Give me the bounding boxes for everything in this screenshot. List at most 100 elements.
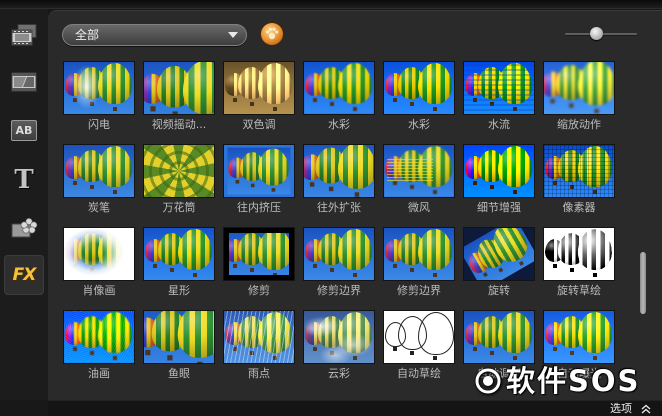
fx-thumbnail[interactable]: 微风 [384, 145, 454, 228]
fx-preview-image [544, 311, 614, 363]
fx-preview-image [64, 311, 134, 363]
fx-label: 视频摇动... [151, 118, 207, 131]
fx-preview-image [224, 311, 294, 363]
fx-preview-image [544, 62, 614, 114]
fx-thumbnail[interactable]: 水流 [464, 62, 534, 145]
fx-preview-image [64, 228, 134, 280]
fx-thumbnail[interactable]: 旋转 [464, 228, 534, 311]
library-sidebar: AB T FX [0, 9, 48, 400]
library-panel: 全部 闪电 视频摇动... 双色调 水彩 水彩 水流 缩放动作 炭笔 万花筒 往内挤压 往外扩张 微风… [48, 10, 662, 400]
effect-overlay [464, 62, 534, 114]
fx-label: 细节增强 [477, 201, 521, 214]
sidebar-item-text[interactable]: T [4, 160, 44, 200]
fx-thumbnail[interactable]: 修剪边界 [384, 228, 454, 311]
effect-overlay [544, 228, 614, 280]
fx-thumbnail[interactable]: 修剪边界 [304, 228, 374, 311]
chevron-double-up-icon [640, 404, 652, 414]
fx-label: 油画 [88, 367, 110, 380]
effect-overlay [464, 311, 534, 363]
fx-label: 微风 [408, 201, 430, 214]
fx-thumbnail[interactable]: 雨点 [224, 311, 294, 394]
browse-library-icon[interactable] [261, 23, 283, 45]
sidebar-item-fx[interactable]: FX [4, 255, 44, 295]
title-icon: AB [11, 119, 37, 141]
effect-overlay [224, 228, 294, 280]
effect-overlay [224, 311, 294, 363]
fx-thumbnail[interactable]: 双色调 [224, 62, 294, 145]
effect-overlay [64, 311, 134, 363]
watermark: 软件SOS [474, 362, 640, 400]
effect-overlay [464, 228, 534, 280]
effect-overlay [64, 145, 134, 197]
fx-preview-image [384, 228, 454, 280]
fx-thumbnail[interactable]: 自动草绘 [384, 311, 454, 394]
fx-thumbnail[interactable]: 像素器 [544, 145, 614, 228]
fx-thumbnail[interactable]: 细节增强 [464, 145, 534, 228]
fx-label: 像素器 [562, 201, 596, 214]
fx-thumbnail[interactable]: 往内挤压 [224, 145, 294, 228]
text-icon: T [14, 165, 34, 195]
effect-overlay [144, 62, 214, 114]
options-button[interactable]: 选项 [610, 401, 652, 416]
sidebar-item-title[interactable]: AB [4, 110, 44, 150]
effect-overlay [384, 228, 454, 280]
fx-preview-image [464, 145, 534, 197]
fx-label: 缩放动作 [557, 118, 601, 131]
fx-thumbnail[interactable]: 云彩 [304, 311, 374, 394]
chevron-down-icon [228, 32, 238, 38]
sidebar-item-transition[interactable] [4, 62, 44, 102]
category-dropdown[interactable]: 全部 [62, 24, 247, 46]
sidebar-item-graphic[interactable] [4, 208, 44, 248]
fx-preview-image [304, 228, 374, 280]
watermark-text: 软件SOS [506, 364, 641, 398]
fx-label: 修剪边界 [397, 284, 441, 297]
slider-knob[interactable] [590, 27, 604, 40]
effect-overlay [304, 228, 374, 280]
fx-label: 闪电 [88, 118, 110, 131]
fx-preview-image [384, 145, 454, 197]
fx-preview-image [224, 62, 294, 114]
effect-overlay [464, 145, 534, 197]
fx-preview-image [304, 62, 374, 114]
title-icon-label: AB [15, 123, 33, 137]
effect-overlay [64, 62, 134, 114]
fx-label: 修剪边界 [317, 284, 361, 297]
fx-thumbnail[interactable]: 水彩 [384, 62, 454, 145]
fx-thumbnail[interactable]: 水彩 [304, 62, 374, 145]
scrollbar-thumb[interactable] [640, 251, 646, 314]
fx-preview-image [64, 145, 134, 197]
fx-label: 水彩 [328, 118, 350, 131]
fx-thumbnail[interactable]: 星形 [144, 228, 214, 311]
fx-thumbnail[interactable]: 缩放动作 [544, 62, 614, 145]
fx-preview-image [464, 62, 534, 114]
fx-preview-image [544, 145, 614, 197]
fx-thumbnail[interactable]: 闪电 [64, 62, 134, 145]
fx-label: 云彩 [328, 367, 350, 380]
effect-overlay [144, 145, 214, 197]
thumbnail-size-slider[interactable] [565, 27, 637, 41]
fx-thumbnail[interactable]: 油画 [64, 311, 134, 394]
fx-thumbnail[interactable]: 鱼眼 [144, 311, 214, 394]
sidebar-item-media[interactable] [4, 15, 44, 55]
fx-thumbnail[interactable]: 修剪 [224, 228, 294, 311]
fx-thumbnail[interactable]: 视频摇动... [144, 62, 214, 145]
fx-thumbnail[interactable]: 旋转草绘 [544, 228, 614, 311]
transition-icon [10, 70, 38, 94]
fx-label: 鱼眼 [168, 367, 190, 380]
effect-overlay [64, 228, 134, 280]
fx-thumbnail[interactable]: 肖像画 [64, 228, 134, 311]
fx-preview-image [304, 145, 374, 197]
fx-preview-image [224, 228, 294, 280]
fx-thumbnail[interactable]: 万花筒 [144, 145, 214, 228]
fx-label: 往内挤压 [237, 201, 281, 214]
vertical-scrollbar[interactable] [640, 57, 646, 397]
fx-library-window: AB T FX 全部 闪电 视频摇动... 双色调 水彩 水彩 水流 缩放动作 … [0, 0, 662, 416]
fx-label: 旋转草绘 [557, 284, 601, 297]
options-label: 选项 [610, 402, 632, 415]
fx-preview-image [464, 228, 534, 280]
fx-thumbnail[interactable]: 往外扩张 [304, 145, 374, 228]
balloon-basket [433, 190, 437, 194]
effect-overlay [544, 311, 614, 363]
fx-icon: FX [12, 265, 37, 285]
fx-thumbnail[interactable]: 炭笔 [64, 145, 134, 228]
